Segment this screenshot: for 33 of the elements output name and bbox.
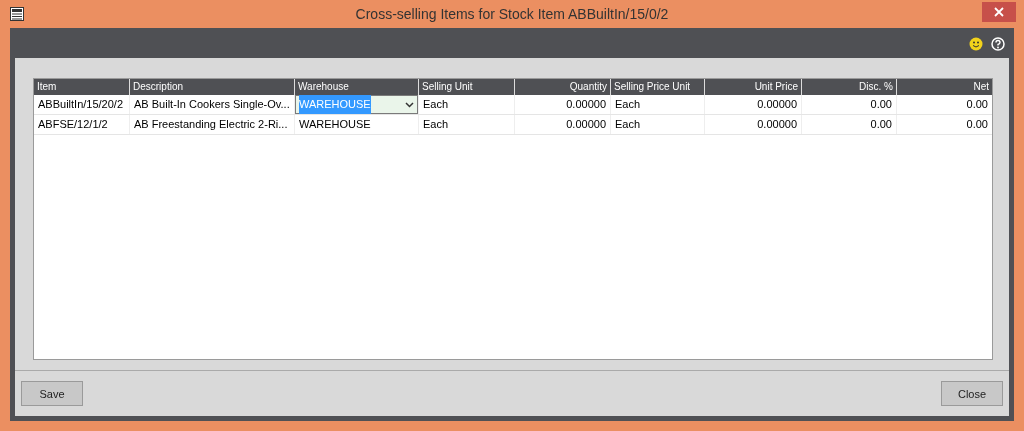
window-title: Cross-selling Items for Stock Item ABBuiltIn/15/0/2 bbox=[355, 6, 669, 22]
column-header[interactable]: Item bbox=[34, 79, 129, 95]
window-icon bbox=[10, 7, 24, 21]
table-cell: 0.00000 bbox=[704, 115, 801, 134]
table-cell: AB Built-In Cookers Single-Ov... bbox=[129, 95, 294, 114]
help-icon[interactable] bbox=[991, 37, 1005, 51]
table-cell: 0.00 bbox=[896, 95, 992, 114]
column-header[interactable]: Description bbox=[129, 79, 294, 95]
table-cell: Each bbox=[418, 95, 514, 114]
table-cell: 0.00 bbox=[801, 115, 896, 134]
column-header[interactable]: Selling Unit bbox=[418, 79, 514, 95]
table-cell: Each bbox=[610, 95, 704, 114]
table-cell: Each bbox=[610, 115, 704, 134]
table-cell: 0.00000 bbox=[704, 95, 801, 114]
table-cell: 0.00 bbox=[801, 95, 896, 114]
column-header[interactable]: Net bbox=[896, 79, 992, 95]
table-cell-text: ABBuiltIn/15/20/2 bbox=[37, 97, 124, 112]
close-button[interactable]: Close bbox=[941, 381, 1003, 406]
caret-icon bbox=[405, 101, 414, 108]
close-icon[interactable] bbox=[982, 2, 1016, 22]
table-cell: WAREHOUSE bbox=[294, 115, 418, 134]
smiley-icon[interactable] bbox=[969, 37, 983, 51]
column-header[interactable]: Selling Price Unit bbox=[610, 79, 704, 95]
column-header[interactable]: Unit Price bbox=[704, 79, 801, 95]
table-cell: Each bbox=[418, 115, 514, 134]
table-cell: 0.00 bbox=[896, 115, 992, 134]
table-cell-text: ABFSE/12/1/2 bbox=[37, 117, 109, 132]
table-cell: 0.00000 bbox=[514, 115, 610, 134]
save-button[interactable]: Save bbox=[21, 381, 83, 406]
table-cell: AB Freestanding Electric 2-Ri... bbox=[129, 115, 294, 134]
column-header[interactable]: Disc. % bbox=[801, 79, 896, 95]
table-cell: 0.00000 bbox=[514, 95, 610, 114]
column-header[interactable]: Quantity bbox=[514, 79, 610, 95]
